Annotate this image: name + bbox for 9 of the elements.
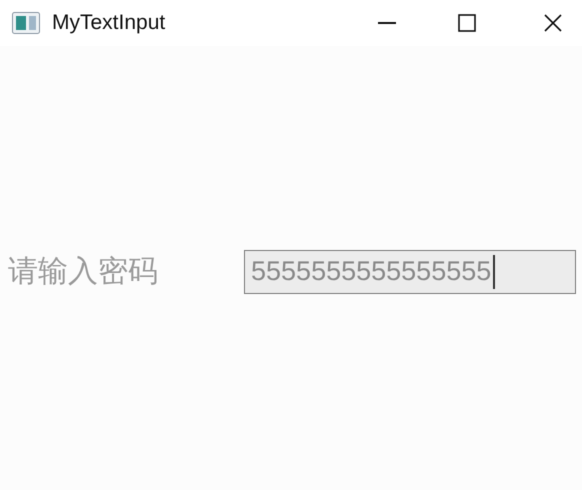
app-icon xyxy=(12,12,40,34)
text-cursor xyxy=(493,254,496,288)
window-title: MyTextInput xyxy=(52,10,166,36)
field-value: 5555555555555555 xyxy=(251,255,492,288)
password-label: 请输入密码 xyxy=(8,254,159,290)
maximize-icon xyxy=(458,14,476,32)
password-field[interactable]: 5555555555555555 xyxy=(244,250,576,294)
minimize-icon xyxy=(378,22,396,24)
close-icon xyxy=(544,14,562,32)
